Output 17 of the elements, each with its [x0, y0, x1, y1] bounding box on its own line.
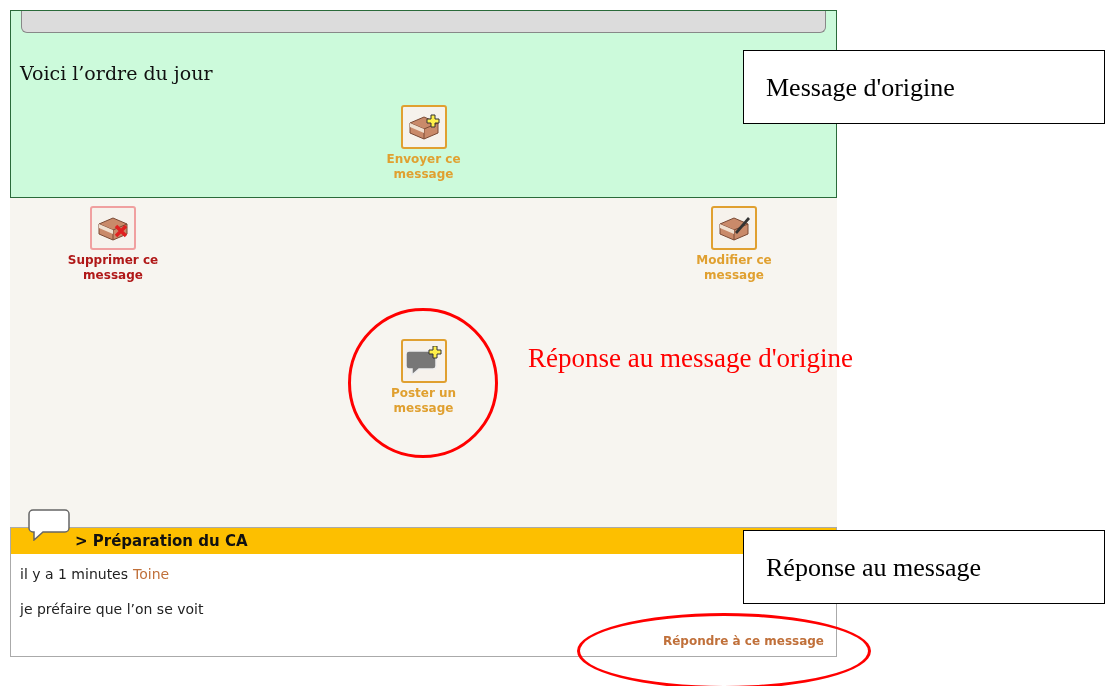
reply-body: je préfaire que l’on se voit	[18, 600, 205, 619]
reply-time: il y a 1 minutes	[20, 565, 129, 584]
reply-title: > Préparation du CA	[75, 530, 248, 552]
annotation-label: Réponse au message d'origine	[528, 342, 854, 375]
box-cross-icon	[96, 214, 130, 242]
edit-button[interactable]: Modifier ce message	[669, 206, 799, 283]
send-button[interactable]: Envoyer ce message	[358, 104, 489, 182]
delete-button[interactable]: Supprimer ce message	[48, 206, 178, 283]
reply-link[interactable]: Répondre à ce message	[662, 632, 824, 650]
box-pen-icon	[717, 214, 751, 242]
author-link[interactable]: Toine	[133, 564, 170, 585]
speech-bubble-plus-icon	[405, 346, 442, 376]
box-plus-icon	[406, 112, 441, 141]
annotation-box: Message d'origine	[743, 50, 1105, 124]
post-button[interactable]: Poster un message	[373, 339, 474, 416]
message-body: Voici l’ordre du jour	[20, 61, 213, 86]
annotation-box: Réponse au message	[743, 530, 1105, 604]
